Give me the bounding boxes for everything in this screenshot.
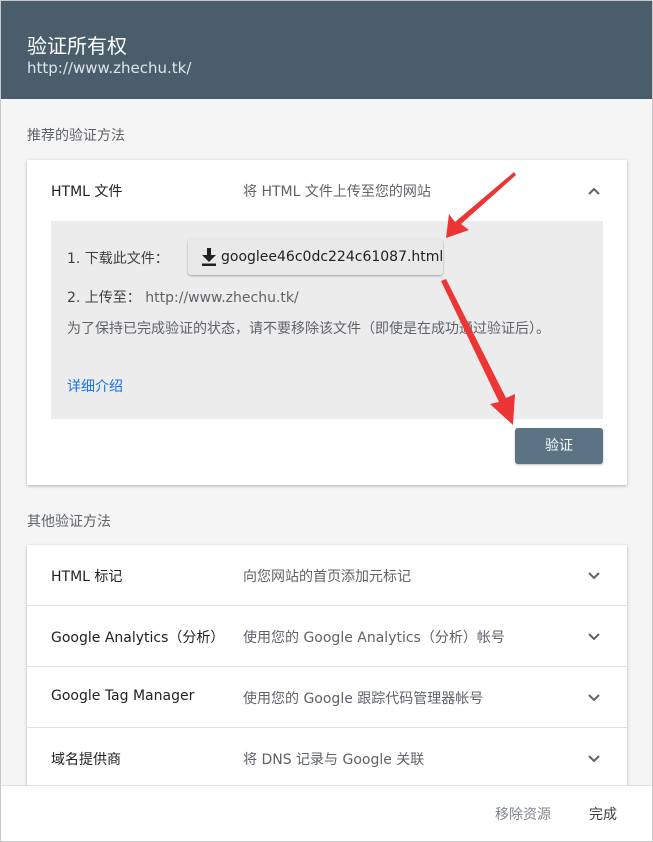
done-button[interactable]: 完成 [589, 804, 617, 824]
dialog-title: 验证所有权 [27, 34, 127, 58]
download-file-name: googlee46c0dc224c61087.html [221, 249, 444, 265]
verify-button[interactable]: 验证 [515, 428, 603, 464]
method-name: HTML 文件 [51, 184, 123, 200]
step2-label: 2. 上传至： http://www.zhechu.tk/ [67, 287, 299, 307]
step1-label: 1. 下载此文件： [67, 251, 169, 267]
keep-file-note: 为了保持已完成验证的状态，请不要移除该文件（即使是在成功通过验证后）。 [67, 321, 550, 337]
recommended-method-card: HTML 文件 将 HTML 文件上传至您的网站 1. 下载此文件： googl… [27, 160, 627, 485]
method-desc: 使用您的 Google 跟踪代码管理器帐号 [243, 691, 484, 707]
method-desc: 使用您的 Google Analytics（分析）帐号 [243, 630, 505, 646]
method-row-html-tag[interactable]: HTML 标记 向您网站的首页添加元标记 [27, 545, 627, 606]
learn-more-link[interactable]: 详细介绍 [67, 376, 123, 396]
method-name: Google Tag Manager [51, 688, 195, 704]
download-icon [202, 248, 216, 266]
remove-property-button[interactable]: 移除资源 [495, 804, 551, 824]
method-name: 域名提供商 [51, 752, 121, 768]
other-section-label: 其他验证方法 [27, 514, 111, 530]
dialog-header: 验证所有权 http://www.zhechu.tk/ [1, 1, 652, 99]
method-desc: 向您网站的首页添加元标记 [243, 569, 411, 585]
method-row-google-analytics[interactable]: Google Analytics（分析） 使用您的 Google Analyti… [27, 606, 627, 667]
dialog-footer: 移除资源 完成 [1, 785, 652, 841]
method-row-google-tag-manager[interactable]: Google Tag Manager 使用您的 Google 跟踪代码管理器帐号 [27, 667, 627, 728]
chevron-down-icon[interactable] [587, 691, 601, 705]
method-row-domain-provider[interactable]: 域名提供商 将 DNS 记录与 Google 关联 [27, 728, 627, 788]
recommended-section-label: 推荐的验证方法 [27, 128, 125, 144]
other-methods-card: HTML 标记 向您网站的首页添加元标记 Google Analytics（分析… [27, 545, 627, 795]
method-desc: 将 DNS 记录与 Google 关联 [243, 752, 425, 768]
chevron-up-icon[interactable] [587, 184, 601, 198]
download-file-button[interactable]: googlee46c0dc224c61087.html [188, 239, 443, 275]
method-desc: 将 HTML 文件上传至您的网站 [243, 184, 431, 200]
chevron-down-icon[interactable] [587, 569, 601, 583]
property-url: http://www.zhechu.tk/ [27, 59, 192, 77]
chevron-down-icon[interactable] [587, 752, 601, 766]
method-details-panel: 1. 下载此文件： googlee46c0dc224c61087.html 2.… [51, 221, 603, 419]
upload-url: http://www.zhechu.tk/ [145, 290, 299, 306]
method-header-html-file[interactable]: HTML 文件 将 HTML 文件上传至您的网站 [27, 160, 627, 220]
method-name: Google Analytics（分析） [51, 630, 225, 646]
chevron-down-icon[interactable] [587, 630, 601, 644]
method-name: HTML 标记 [51, 569, 123, 585]
step2-text: 2. 上传至： [67, 290, 141, 306]
verify-ownership-dialog: 验证所有权 http://www.zhechu.tk/ 推荐的验证方法 HTML… [0, 0, 653, 842]
